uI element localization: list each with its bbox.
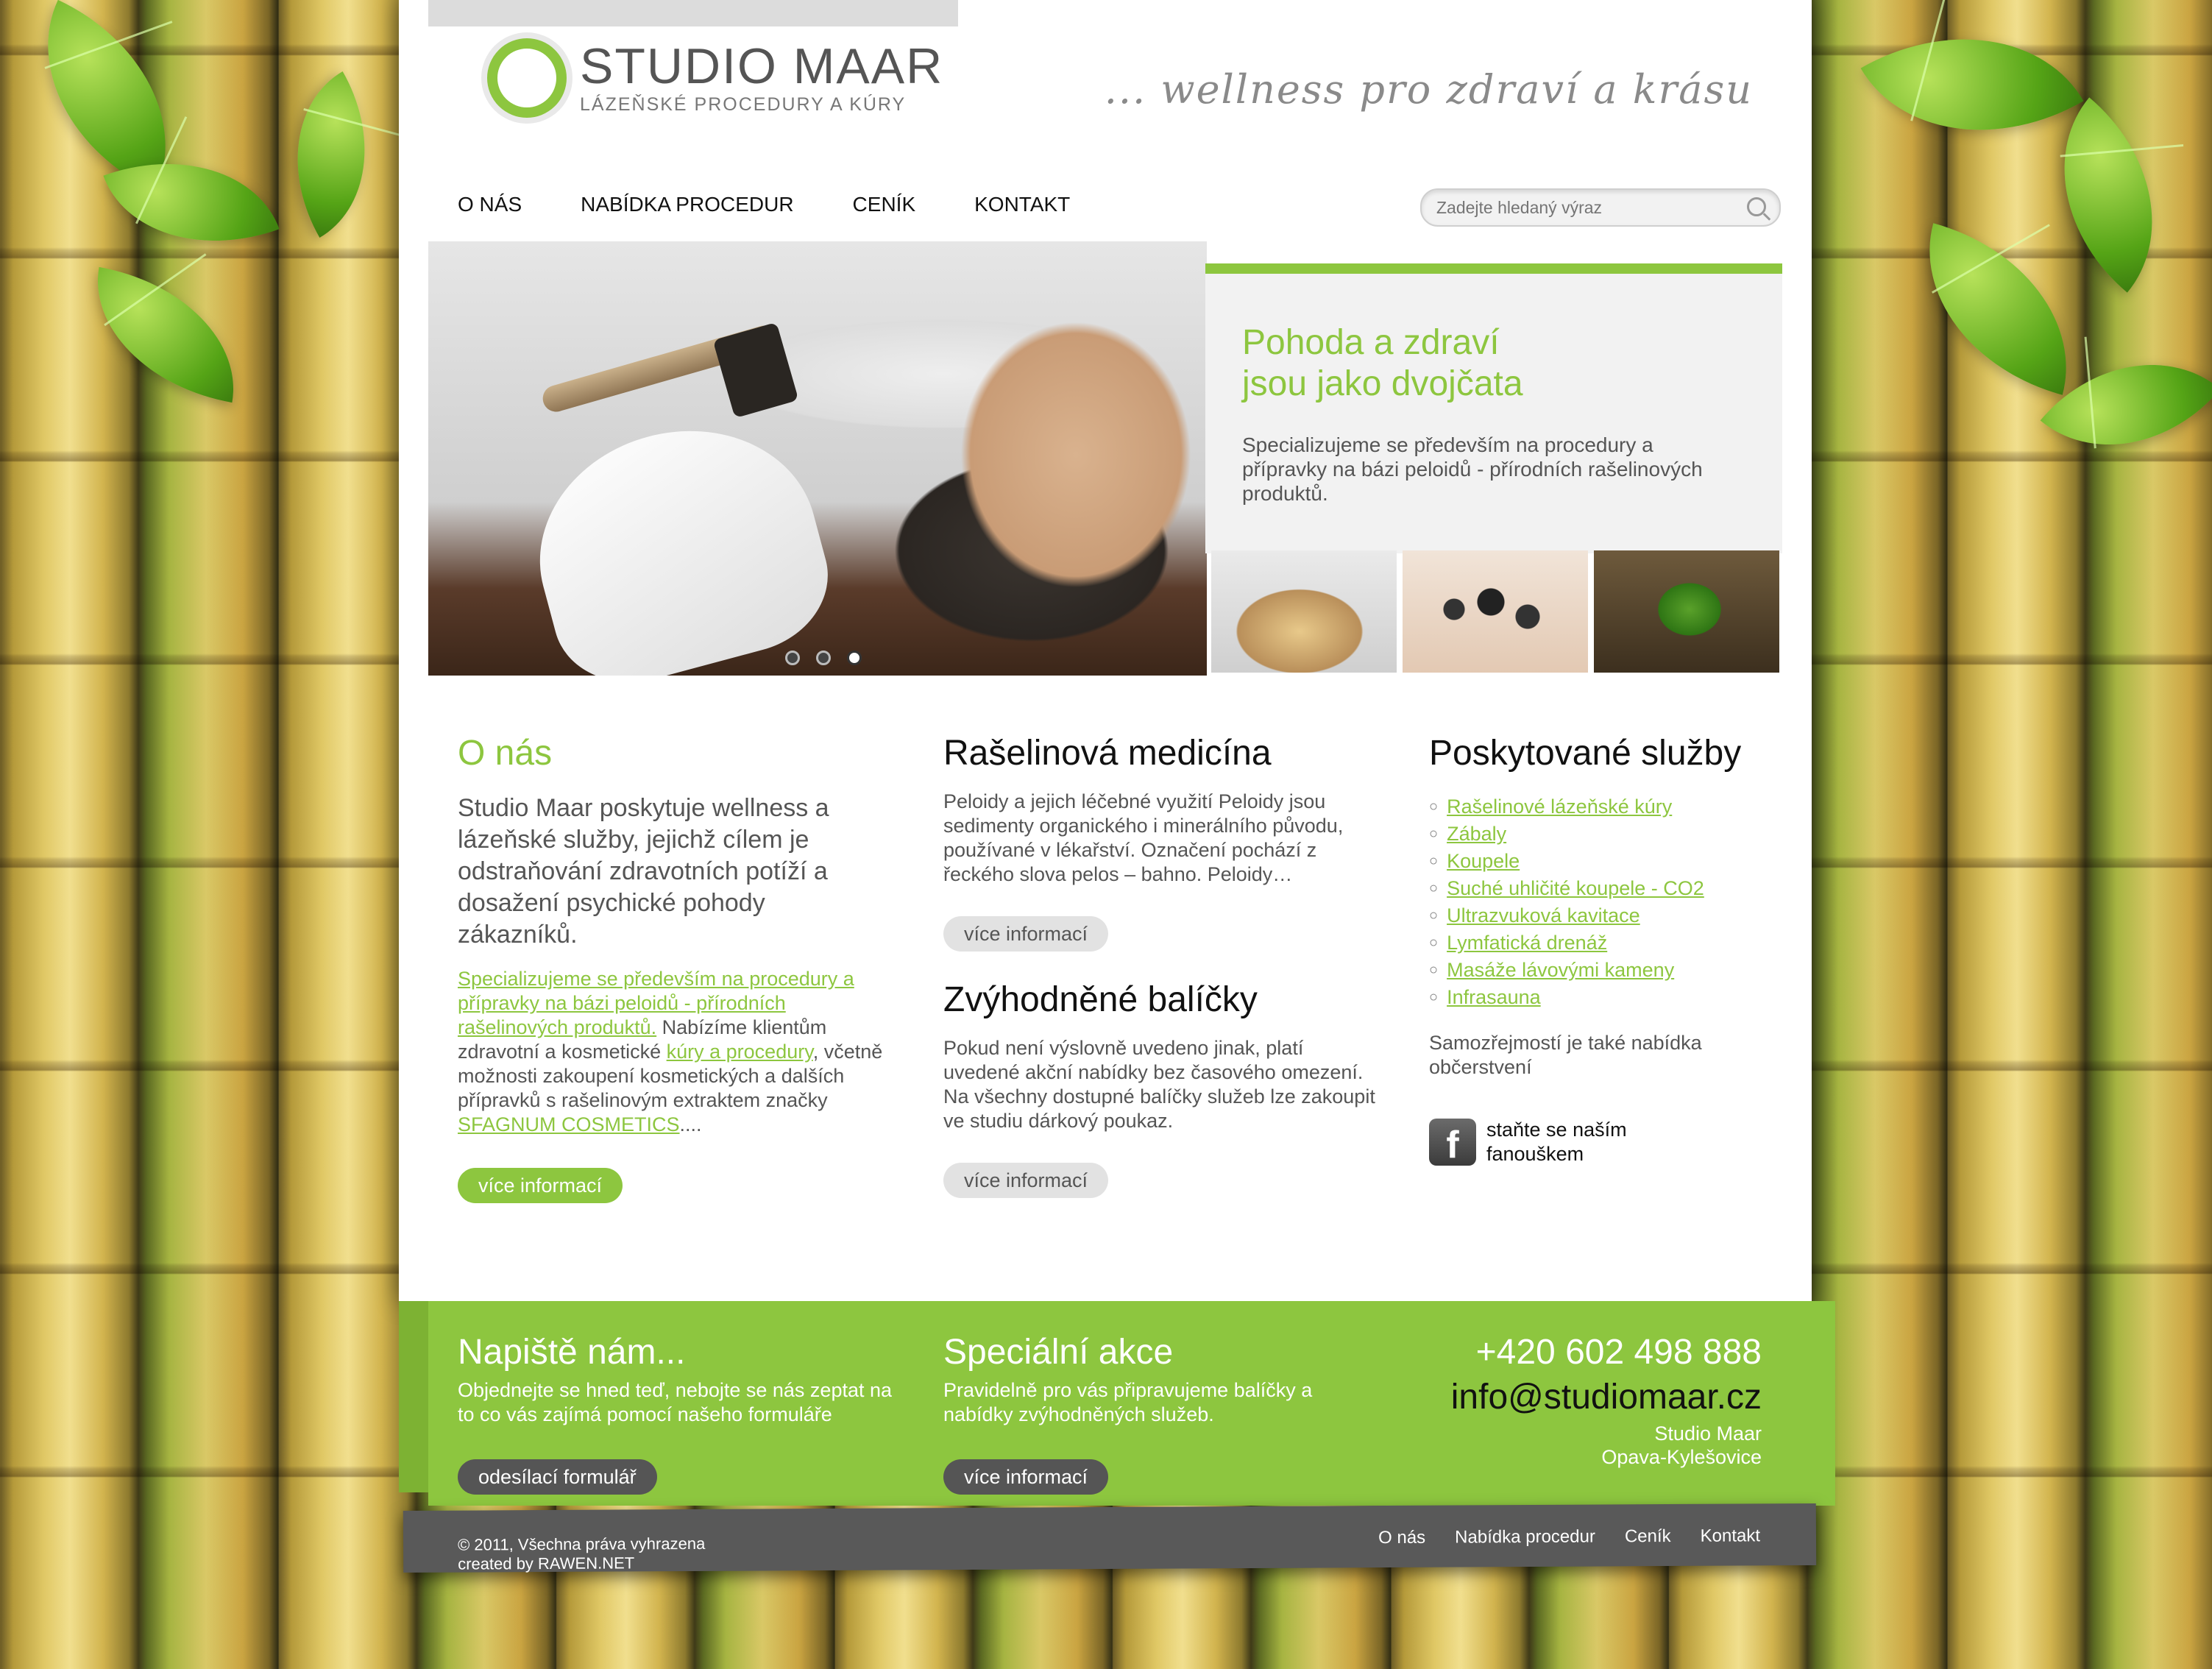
write-us-section: Napiště nám... Objednejte se hned teď, n…: [458, 1332, 899, 1495]
list-item: Koupele: [1429, 848, 1768, 876]
about-text: Specializujeme se především na procedury…: [458, 967, 899, 1137]
peat-title: Rašelinová medicína: [943, 734, 1272, 773]
special-offers-more-button[interactable]: více informací: [943, 1459, 1109, 1495]
list-item: Zábaly: [1429, 821, 1768, 848]
email-address[interactable]: info@studiomaar.cz: [1451, 1377, 1762, 1417]
contact-band: Napiště nám... Objednejte se hned teď, n…: [399, 1301, 1835, 1506]
slider-dot-2[interactable]: [816, 651, 831, 665]
list-item: Rašelinové lázeňské kúry: [1429, 794, 1768, 821]
list-item: Lymfatická drenáž: [1429, 930, 1768, 957]
search-icon[interactable]: [1747, 197, 1766, 216]
nav-item-about[interactable]: O NÁS: [458, 193, 522, 216]
copyright-text: © 2011, Všechna práva vyhrazena: [457, 1534, 706, 1554]
special-offers-section: Speciální akce Pravidelně pro vás připra…: [943, 1332, 1355, 1495]
hero-slider[interactable]: [428, 241, 1207, 676]
about-title: O nás: [458, 734, 553, 773]
facebook-fan-text[interactable]: staňte se naším fanouškem: [1486, 1118, 1648, 1166]
address-line-2: Opava-Kylešovice: [1601, 1446, 1762, 1468]
list-item: Ultrazvuková kavitace: [1429, 903, 1768, 930]
services-note: Samozřejmostí je také nabídka občerstven…: [1429, 1032, 1702, 1078]
service-link[interactable]: Masáže lávovými kameny: [1447, 959, 1674, 981]
phone-number[interactable]: +420 602 498 888: [1451, 1332, 1762, 1372]
slider-dots: [785, 651, 862, 665]
promo-box: Pohoda a zdraví jsou jako dvojčata Speci…: [1205, 263, 1782, 553]
slider-dot-3[interactable]: [847, 651, 862, 665]
nav-item-pricing[interactable]: CENÍK: [853, 193, 916, 216]
list-item: Masáže lávovými kameny: [1429, 957, 1768, 985]
service-link[interactable]: Suché uhličité koupele - CO2: [1447, 877, 1704, 899]
facebook-fan-link[interactable]: f staňte se naším fanouškem: [1429, 1118, 1768, 1166]
footer-link-pricing[interactable]: Ceník: [1625, 1526, 1671, 1547]
search-input[interactable]: [1422, 196, 1732, 219]
services-list: Rašelinové lázeňské kúry Zábaly Koupele …: [1429, 794, 1768, 1012]
thumbnail-strip: [1211, 550, 1779, 673]
tagline: ... wellness pro zdraví a krásu: [1104, 66, 1753, 113]
write-us-text: Objednejte se hned teď, nebojte se nás z…: [458, 1379, 893, 1425]
footer-nav: O nás Nabídka procedur Ceník Kontakt: [1378, 1526, 1760, 1548]
about-lead: Studio Maar poskytuje wellness a lázeňsk…: [458, 794, 829, 949]
nav-item-procedures[interactable]: NABÍDKA PROCEDUR: [581, 193, 793, 216]
contact-info: +420 602 498 888 info@studiomaar.cz Stud…: [1451, 1332, 1762, 1469]
footer-link-contact[interactable]: Kontakt: [1701, 1526, 1761, 1546]
footer-link-about[interactable]: O nás: [1378, 1528, 1425, 1548]
packages-text: Pokud není výslovně uvedeno jinak, platí…: [943, 1037, 1375, 1132]
service-link[interactable]: Infrasauna: [1447, 986, 1541, 1008]
write-us-title: Napiště nám...: [458, 1333, 686, 1372]
list-item: Suché uhličité koupele - CO2: [1429, 876, 1768, 903]
nav-item-contact[interactable]: KONTAKT: [974, 193, 1070, 216]
created-by-text: created by RAWEN.NET: [458, 1553, 635, 1573]
slider-dot-1[interactable]: [785, 651, 800, 665]
search-box: [1420, 188, 1781, 227]
hero-image-towel: [513, 400, 844, 676]
address-line-1: Studio Maar: [1654, 1422, 1762, 1445]
footer: © 2011, Všechna práva vyhrazena created …: [403, 1503, 1817, 1574]
packages-more-button[interactable]: více informací: [943, 1163, 1109, 1198]
thumbnail-massage[interactable]: [1211, 550, 1397, 673]
logo-subtitle: LÁZEŇSKÉ PROCEDURY A KÚRY: [580, 93, 907, 115]
services-title: Poskytované služby: [1429, 734, 1742, 773]
contact-form-button[interactable]: odesílací formulář: [458, 1459, 657, 1495]
service-link[interactable]: Koupele: [1447, 850, 1520, 872]
thumbnail-herbs[interactable]: [1594, 550, 1779, 673]
logo-title: STUDIO MAAR: [580, 38, 944, 94]
promo-text: Specializujeme se především na procedury…: [1242, 433, 1703, 505]
page-container: STUDIO MAAR LÁZEŇSKÉ PROCEDURY A KÚRY ..…: [399, 0, 1812, 1301]
about-link-cures[interactable]: kúry a procedury: [667, 1041, 813, 1063]
about-more-button[interactable]: více informací: [458, 1168, 623, 1203]
peat-section: Rašelinová medicína Peloidy a jejich léč…: [943, 733, 1385, 1198]
service-link[interactable]: Rašelinové lázeňské kúry: [1447, 795, 1672, 818]
service-link[interactable]: Zábaly: [1447, 823, 1506, 845]
special-offers-title: Speciální akce: [943, 1333, 1174, 1372]
about-text-3: ....: [679, 1113, 702, 1135]
top-bar: [428, 0, 958, 26]
thumbnail-lava-stones[interactable]: [1403, 550, 1588, 673]
promo-title-line2: jsou jako dvojčata: [1242, 364, 1523, 403]
list-item: Infrasauna: [1429, 985, 1768, 1012]
about-link-brand[interactable]: SFAGNUM COSMETICS: [458, 1113, 680, 1135]
services-section: Poskytované služby Rašelinové lázeňské k…: [1429, 733, 1768, 1166]
main-nav: O NÁS NABÍDKA PROCEDUR CENÍK KONTAKT: [458, 193, 1070, 216]
hero-image-brush-head: [712, 322, 799, 419]
logo-ring-icon: [487, 38, 567, 118]
peat-text: Peloidy a jejich léčebné využití Peloidy…: [943, 790, 1344, 885]
footer-copyright-block: © 2011, Všechna práva vyhrazena created …: [458, 1534, 706, 1574]
special-offers-text: Pravidelně pro vás připravujeme balíčky …: [943, 1379, 1313, 1425]
service-link[interactable]: Ultrazvuková kavitace: [1447, 904, 1640, 926]
service-link[interactable]: Lymfatická drenáž: [1447, 932, 1607, 954]
promo-title-line1: Pohoda a zdraví: [1242, 323, 1500, 362]
promo-title: Pohoda a zdraví jsou jako dvojčata: [1242, 322, 1523, 405]
footer-link-procedures[interactable]: Nabídka procedur: [1455, 1527, 1595, 1548]
about-section: O nás Studio Maar poskytuje wellness a l…: [458, 733, 899, 1203]
packages-title: Zvýhodněné balíčky: [943, 980, 1258, 1019]
logo[interactable]: STUDIO MAAR LÁZEŇSKÉ PROCEDURY A KÚRY: [487, 38, 943, 118]
peat-more-button[interactable]: více informací: [943, 916, 1109, 952]
facebook-icon[interactable]: f: [1429, 1119, 1476, 1166]
